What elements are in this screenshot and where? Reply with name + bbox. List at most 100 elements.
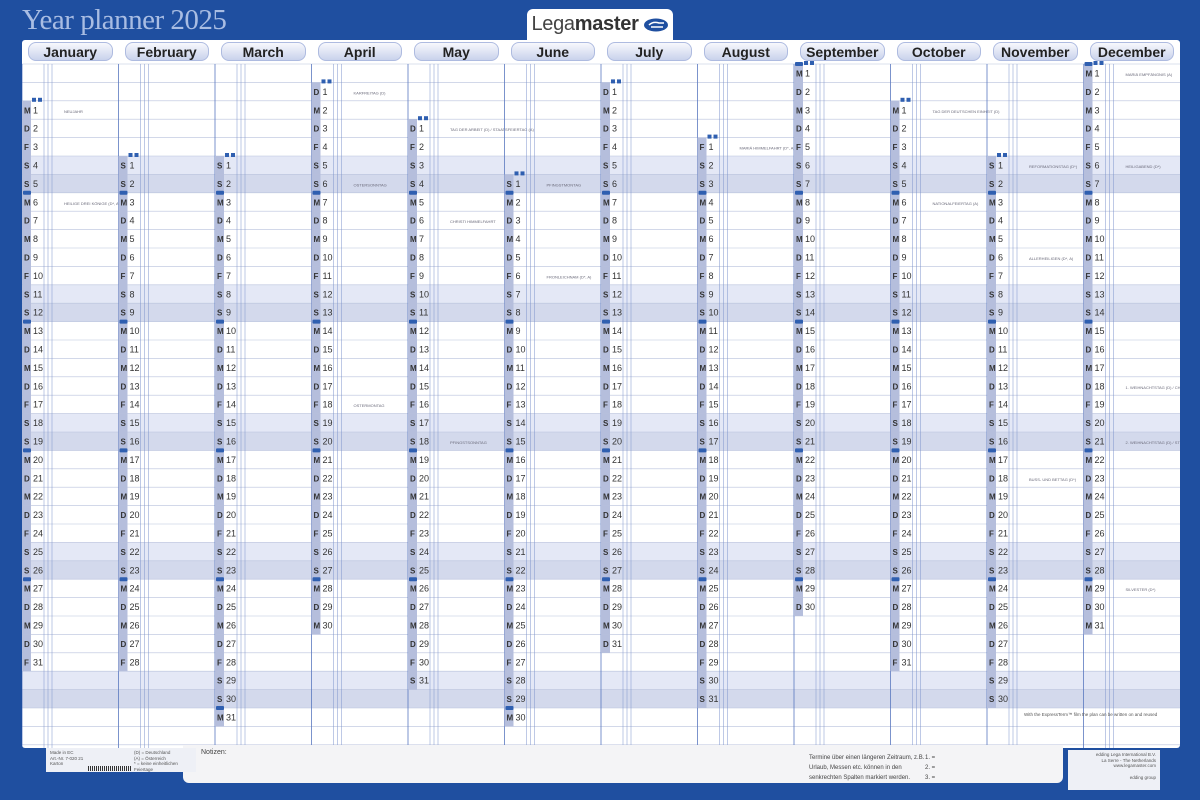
day-number: 21 (130, 529, 140, 539)
weekday-letter: D (121, 474, 127, 483)
weekday-letter: M (893, 456, 900, 465)
weekday-letter: M (989, 585, 996, 594)
day-number: 5 (33, 179, 38, 189)
day-number: 2 (902, 124, 907, 134)
day-number: 21 (516, 547, 526, 557)
day-number: 12 (516, 381, 526, 391)
termine-text: Termine über einen längeren Zeitraum, z.… (809, 755, 925, 781)
weekday-letter: D (989, 382, 995, 391)
weekday-letter: M (796, 364, 803, 373)
weekday-letter: D (410, 346, 416, 355)
weekday-letter: F (410, 401, 415, 410)
day-number: 4 (516, 234, 521, 244)
day-number: 21 (323, 455, 333, 465)
day-number: 18 (902, 418, 912, 428)
weekday-letter: F (989, 401, 994, 410)
weekday-letter: D (217, 382, 223, 391)
weekday-letter: D (314, 382, 320, 391)
weekday-letter: D (121, 254, 127, 263)
numbered-lines: 1. = 2. = 3. = (925, 753, 935, 783)
weekday-letter: D (1086, 217, 1092, 226)
day-number: 21 (612, 455, 622, 465)
weekday-letter: D (893, 640, 899, 649)
weekday-letter: M (700, 327, 707, 336)
weekday-letter: M (121, 585, 128, 594)
day-number: 20 (33, 455, 43, 465)
day-number: 4 (805, 124, 810, 134)
weekday-letter: M (217, 327, 224, 336)
weekday-letter: M (314, 585, 321, 594)
day-number: 26 (902, 565, 912, 575)
weekday-letter: M (121, 456, 128, 465)
weekday-letter: F (796, 401, 801, 410)
day-number: 11 (709, 326, 718, 336)
day-number: 11 (323, 271, 332, 281)
brand-prefix: Lega (531, 13, 575, 35)
weekday-letter: D (603, 88, 609, 97)
weekday-letter: F (507, 272, 512, 281)
planner-grid: M 1D 2F 3S 4S 5M 6D 7M 8D 9F 10S 11S 12M 13D 14M 15D 16F… (22, 61, 1181, 748)
day-number: 13 (516, 400, 526, 410)
weekday-letter: S (121, 180, 127, 189)
weekday-letter: D (893, 474, 899, 483)
holiday-note: TAG DER ARBEIT (D) / STAATSFEIERTAG (A) (450, 127, 534, 132)
weekday-letter: M (121, 622, 128, 631)
holiday-note: REFORMATIONSTAG (D*) (1029, 164, 1078, 169)
numbered-line: 2. = (925, 765, 936, 771)
day-number: 2 (805, 87, 810, 97)
day-number: 19 (226, 492, 236, 502)
day-number: 23 (612, 492, 622, 502)
day-number: 31 (226, 713, 236, 723)
holiday-note: NEUJAHR (64, 109, 83, 114)
weekday-letter: M (796, 493, 803, 502)
weekday-letter: D (700, 217, 706, 226)
week-badge (1093, 61, 1098, 65)
weekday-letter: F (24, 401, 29, 410)
day-number: 9 (323, 234, 328, 244)
day-number: 28 (902, 602, 912, 612)
day-number: 7 (902, 216, 907, 226)
weekday-letter: D (603, 603, 609, 612)
day-number: 26 (516, 639, 526, 649)
weekday-letter: S (314, 438, 320, 447)
day-number: 2 (419, 142, 424, 152)
weekday-letter: S (410, 419, 416, 428)
weekday-letter: D (1086, 125, 1092, 134)
weekday-letter: F (507, 401, 512, 410)
week-number-badge (23, 577, 31, 582)
day-number: 17 (709, 437, 719, 447)
weekday-letter: S (217, 548, 223, 557)
day-number: 10 (226, 326, 236, 336)
weekday-letter: M (700, 235, 707, 244)
weekday-letter: S (603, 162, 609, 171)
weekday-letter: M (24, 585, 31, 594)
day-number: 16 (33, 381, 43, 391)
holiday-note: BUSS- UND BETTAG (D*) (1029, 477, 1077, 482)
day-number: 22 (709, 529, 719, 539)
weekday-letter: D (989, 474, 995, 483)
day-number: 30 (419, 657, 429, 667)
week-badge (418, 116, 422, 121)
day-number: 1 (516, 179, 521, 189)
day-number: 21 (902, 473, 912, 483)
week-badge (231, 153, 235, 157)
weekday-letter: D (217, 346, 223, 355)
weekday-letter: M (507, 235, 514, 244)
day-number: 3 (323, 124, 328, 134)
weekday-letter: S (507, 548, 513, 557)
weekday-letter: S (1086, 309, 1092, 318)
day-number: 19 (33, 437, 43, 447)
week-number-badge (216, 577, 224, 582)
day-number: 9 (33, 253, 38, 263)
weekday-letter: F (700, 401, 705, 410)
holiday-note: KARFREITAG (D) (354, 90, 387, 95)
holiday-note: 2. WEIHNACHTSTAG (D) / STEFANITAG (A) (1126, 440, 1181, 445)
day-number: 10 (33, 271, 43, 281)
weekday-letter: M (893, 585, 900, 594)
day-number: 29 (33, 621, 43, 631)
weekday-letter: S (217, 180, 223, 189)
day-number: 27 (805, 547, 815, 557)
weekday-letter: M (217, 585, 224, 594)
weekday-letter: F (217, 530, 222, 539)
weekday-letter: M (700, 493, 707, 502)
